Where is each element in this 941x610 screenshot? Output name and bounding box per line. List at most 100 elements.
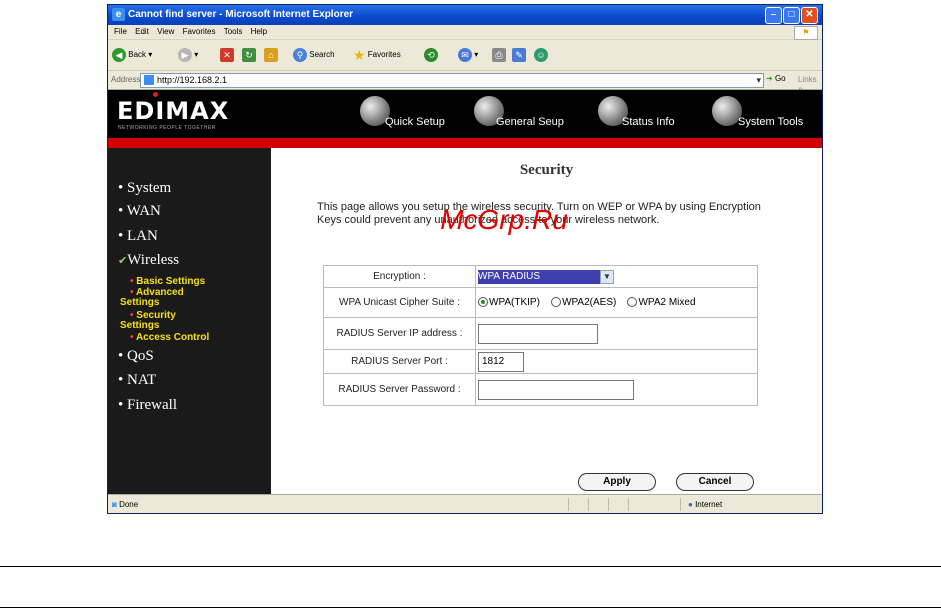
close-icon[interactable]: ✕	[801, 7, 818, 24]
home-button[interactable]: ⌂	[264, 47, 278, 63]
menu-favorites[interactable]: Favorites	[183, 25, 216, 39]
page-title: Security	[519, 162, 574, 178]
cipher-label: WPA Unicast Cipher Suite :	[323, 287, 476, 318]
radio-icon	[551, 296, 562, 307]
document-rule-bottom	[0, 607, 941, 608]
form-row-radius-ip: RADIUS Server IP address :	[323, 317, 758, 350]
form-row-cipher: WPA Unicast Cipher Suite : WPA(TKIP) WPA…	[323, 287, 758, 318]
router-header: EDIMAX NETWORKING PEOPLE TOGETHER Quick …	[108, 90, 822, 138]
minimize-icon[interactable]: –	[765, 7, 782, 24]
check-icon: ✔	[118, 255, 128, 267]
address-input[interactable]: http://192.168.2.1 ▾	[140, 73, 764, 88]
page-content: EDIMAX NETWORKING PEOPLE TOGETHER Quick …	[108, 90, 822, 494]
print-icon: ⎙	[492, 47, 506, 62]
sidebar-item-system[interactable]: • System	[118, 180, 171, 197]
go-button[interactable]: ➔ Go	[766, 74, 786, 83]
windows-flag-icon: ⚑	[794, 26, 818, 40]
back-button[interactable]: ◀ Back ▾	[112, 47, 152, 63]
red-divider	[108, 138, 822, 148]
search-button[interactable]: ⚲ Search	[293, 47, 335, 63]
edit-icon: ✎	[512, 47, 526, 62]
mail-button[interactable]: ✉ ▾	[458, 47, 478, 63]
forward-button[interactable]: ▶ ▾	[178, 47, 198, 63]
title-bar: e Cannot find server - Microsoft Interne…	[108, 5, 822, 25]
cipher-mixed-label: WPA2 Mixed	[638, 296, 696, 308]
cancel-button[interactable]: Cancel	[676, 473, 754, 491]
address-dropdown-icon[interactable]: ▾	[756, 74, 761, 87]
cipher-option-tkip[interactable]: WPA(TKIP)	[478, 297, 540, 308]
status-separator	[628, 498, 629, 511]
stop-button[interactable]: ✕	[220, 47, 234, 63]
sidebar-firewall-label: Firewall	[127, 397, 178, 413]
nav-quick-setup-label: Quick Setup	[385, 116, 445, 128]
menu-edit[interactable]: Edit	[135, 25, 149, 39]
status-text: Done	[119, 500, 139, 509]
menu-tools[interactable]: Tools	[224, 25, 243, 39]
sidebar-wan-label: WAN	[126, 203, 161, 219]
internet-globe-icon: ●	[688, 500, 693, 509]
print-button[interactable]: ⎙	[492, 47, 506, 63]
encryption-select[interactable]: WPA RADIUS	[478, 269, 601, 284]
status-separator	[588, 498, 589, 511]
cipher-option-mixed[interactable]: WPA2 Mixed	[627, 296, 696, 308]
main-panel: Security This page allows you setup the …	[271, 148, 822, 494]
browser-window: e Cannot find server - Microsoft Interne…	[107, 4, 823, 514]
document-rule-top	[0, 566, 941, 567]
radio-icon	[627, 296, 638, 307]
address-bar: Address http://192.168.2.1 ▾ ➔ Go Links …	[108, 71, 822, 93]
status-separator	[568, 498, 569, 511]
sidebar-item-qos[interactable]: • QoS	[118, 348, 154, 365]
sidebar-item-nat[interactable]: • NAT	[118, 372, 156, 389]
radius-ip-label: RADIUS Server IP address :	[323, 317, 476, 350]
nav-general-setup-label: General Seup	[496, 116, 564, 128]
home-icon: ⌂	[264, 47, 278, 62]
menu-file[interactable]: File	[114, 25, 127, 39]
search-icon: ⚲	[293, 47, 307, 62]
status-bar: ◙ Done ● Internet	[108, 494, 822, 513]
sidebar-wireless-label: Wireless	[127, 252, 180, 268]
maximize-icon[interactable]: □	[783, 7, 800, 24]
status-zone-label: Internet	[695, 500, 723, 509]
menu-help[interactable]: Help	[251, 25, 267, 39]
sidebar-access-control[interactable]: • Access Control	[130, 333, 209, 343]
form-row-radius-port: RADIUS Server Port : 1812	[323, 349, 758, 374]
cipher-aes-label: WPA2(AES)	[562, 296, 617, 308]
sidebar-item-wireless[interactable]: ✔Wireless	[118, 252, 179, 269]
logo-dot	[153, 92, 158, 97]
basic-settings-label: Basic Settings	[136, 276, 206, 287]
sidebar-basic-settings[interactable]: • Basic Settings	[130, 277, 205, 287]
favorites-button[interactable]: ★ Favorites	[353, 47, 401, 63]
security-settings-label-2: Settings	[120, 320, 160, 331]
sidebar: • System • WAN • LAN ✔Wireless • Basic S…	[108, 148, 271, 494]
chevron-down-icon[interactable]: ▼	[600, 269, 614, 284]
radius-password-input[interactable]	[478, 379, 634, 400]
go-arrow-icon: ➔	[766, 74, 773, 83]
cipher-option-aes[interactable]: WPA2(AES)	[551, 297, 616, 308]
page-icon	[144, 75, 154, 85]
sidebar-item-wan[interactable]: • WAN	[118, 203, 161, 220]
history-button[interactable]: ⟲	[424, 47, 438, 63]
encryption-cell: WPA RADIUS ▼	[475, 265, 758, 288]
sidebar-advanced-settings[interactable]: • Advanced Settings	[120, 288, 184, 308]
radio-selected-icon	[478, 296, 488, 307]
apply-button[interactable]: Apply	[578, 473, 656, 491]
favorites-star-icon: ★	[353, 47, 366, 63]
radius-ip-cell	[475, 317, 758, 350]
menu-view[interactable]: View	[157, 25, 174, 39]
status-separator	[680, 498, 681, 511]
sidebar-item-lan[interactable]: • LAN	[118, 228, 158, 245]
messenger-button[interactable]: ☺	[534, 47, 548, 63]
sidebar-system-label: System	[127, 180, 172, 196]
sidebar-security-settings[interactable]: • Security Settings	[120, 311, 176, 331]
radius-port-input[interactable]: 1812	[478, 351, 524, 372]
watermark: McGrp.Ru	[440, 204, 568, 235]
forward-arrow-icon: ▶	[178, 47, 192, 62]
refresh-button[interactable]: ↻	[242, 47, 256, 63]
access-control-label: Access Control	[135, 332, 210, 343]
status-done: ◙ Done	[112, 500, 138, 509]
edit-button[interactable]: ✎	[512, 47, 526, 63]
favorites-label: Favorites	[367, 50, 401, 60]
links-label: Links	[798, 75, 817, 84]
sidebar-item-firewall[interactable]: • Firewall	[118, 397, 177, 414]
radius-ip-input[interactable]	[478, 323, 598, 344]
